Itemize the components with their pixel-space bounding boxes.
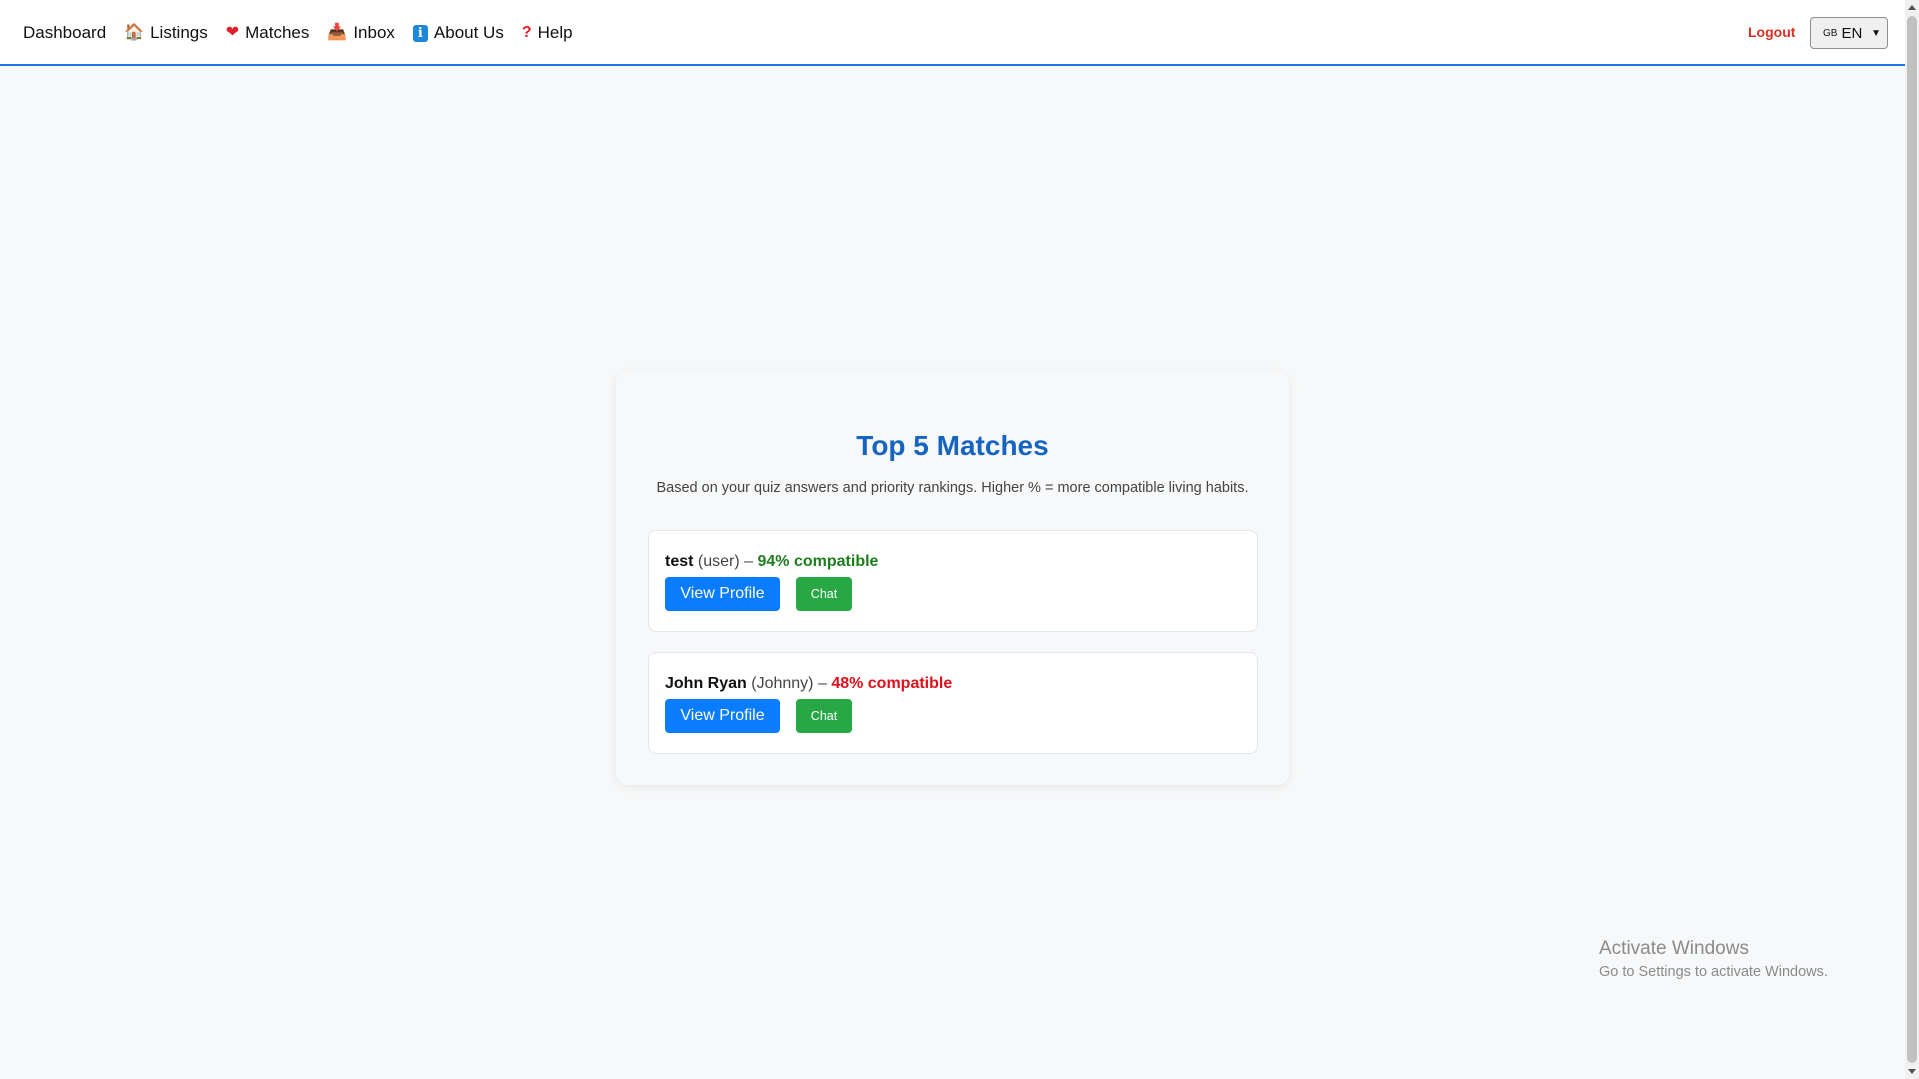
view-profile-button[interactable]: View Profile [665,699,780,733]
chat-button[interactable]: Chat [796,577,852,611]
nav-matches-label: Matches [245,23,310,42]
scroll-down-arrow-icon[interactable] [1908,1069,1916,1074]
nav-inbox[interactable]: 📥 Inbox [327,23,395,43]
scroll-up-arrow-icon[interactable] [1908,5,1916,10]
nav-help-label: Help [537,23,573,42]
nav-help[interactable]: ? Help [522,23,573,43]
match-name: John Ryan [665,675,747,692]
page-description: Based on your quiz answers and priority … [656,480,1249,496]
language-select[interactable]: GB EN ▼ [1810,17,1888,49]
match-separator: – [817,675,827,692]
scrollbar-thumb[interactable] [1907,16,1917,1063]
nav-inbox-label: Inbox [353,23,395,42]
match-separator: – [744,553,754,570]
inbox-icon: 📥 [327,24,348,41]
watermark-title: Activate Windows [1599,938,1749,959]
windows-activation-watermark: Activate Windows Go to Settings to activ… [1599,938,1828,980]
top-navbar: Dashboard 🏠 Listings ❤ Matches 📥 Inbox i… [0,0,1905,66]
match-compatibility: 94% compatible [757,553,879,570]
nav-dashboard[interactable]: Dashboard [23,23,106,43]
nav-listings-label: Listings [150,23,208,42]
page-scrollbar[interactable] [1905,0,1919,1079]
chevron-down-icon: ▼ [1871,27,1881,39]
house-icon: 🏠 [124,24,145,41]
watermark-subtitle: Go to Settings to activate Windows. [1599,964,1828,980]
match-summary: test (user) – 94% compatible [665,553,878,571]
nav-about-us[interactable]: i About Us [412,23,504,43]
chat-button[interactable]: Chat [796,699,852,733]
match-item: test (user) – 94% compatible View Profil… [648,530,1258,632]
match-summary: John Ryan (Johnny) – 48% compatible [665,675,952,693]
gb-flag-icon: GB [1823,27,1838,39]
match-item: John Ryan (Johnny) – 48% compatible View… [648,652,1258,754]
nav-dashboard-label: Dashboard [23,23,107,42]
view-profile-button[interactable]: View Profile [665,577,780,611]
page-title: Top 5 Matches [856,430,1049,461]
language-selected-value: EN [1841,24,1863,42]
match-compatibility: 48% compatible [831,675,953,692]
matches-card: Top 5 Matches Based on your quiz answers… [616,371,1289,785]
question-mark-icon: ? [521,24,532,41]
logout-link[interactable]: Logout [1748,24,1795,40]
nav-links: Dashboard 🏠 Listings ❤ Matches 📥 Inbox i… [23,0,591,66]
nav-listings[interactable]: 🏠 Listings [124,23,208,43]
match-name: test [665,553,694,570]
nav-matches[interactable]: ❤ Matches [226,23,310,43]
heart-icon: ❤ [225,24,240,41]
nav-about-us-label: About Us [433,23,504,42]
info-icon: i [412,24,428,42]
match-username: (user) [697,553,740,570]
match-username: (Johnny) [751,675,814,692]
